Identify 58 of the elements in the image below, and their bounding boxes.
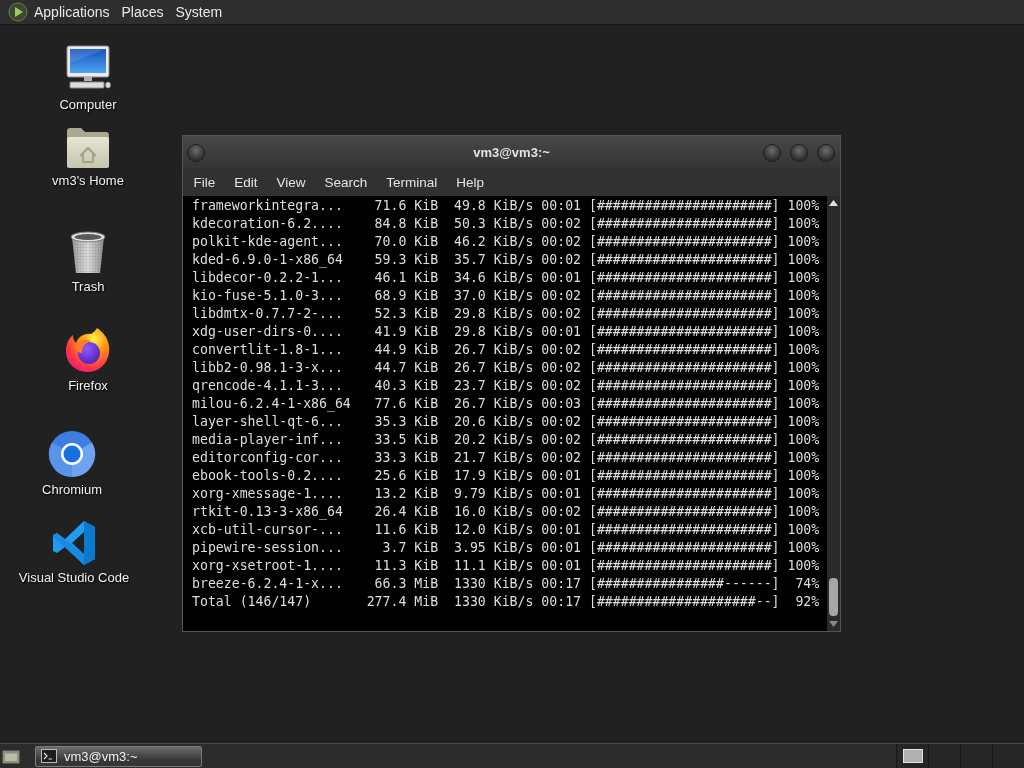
- terminal-line: kio-fuse-5.1.0-3... 68.9 KiB 37.0 KiB/s 00:02 [######################] 100%: [192, 287, 821, 305]
- desktop-icon-label[interactable]: Chromium: [42, 482, 102, 497]
- menu-item[interactable]: Search: [315, 175, 377, 190]
- desktop-icon-label[interactable]: Firefox: [68, 378, 108, 393]
- desktop-icon-label[interactable]: Computer: [59, 97, 117, 112]
- trash-icon[interactable]: [68, 229, 108, 275]
- menu-item[interactable]: Edit: [224, 175, 268, 190]
- terminal-line: frameworkintegra... 71.6 KiB 49.8 KiB/s 00:01 [######################] 100%: [192, 197, 821, 215]
- scroll-down-icon[interactable]: [829, 621, 838, 627]
- terminal-line: milou-6.2.4-1-x86_64 77.6 KiB 26.7 KiB/s 00:03 [######################] 100%: [192, 395, 821, 413]
- window-menu-button[interactable]: [188, 144, 204, 161]
- task-button[interactable]: vm3@vm3:~: [35, 745, 202, 767]
- terminal-line: qrencode-4.1.1-3... 40.3 KiB 23.7 KiB/s 00:02 [######################] 100%: [192, 377, 821, 395]
- desktop-icon[interactable]: [2, 747, 20, 765]
- minimize-button[interactable]: [764, 144, 780, 161]
- flame-globe-icon[interactable]: [64, 326, 112, 374]
- terminal-line: libdmtx-0.7.7-2-... 52.3 KiB 29.8 KiB/s 00:02 [######################] 100%: [192, 305, 821, 323]
- terminal-line: rtkit-0.13-3-x86_64 26.4 KiB 16.0 KiB/s 00:02 [######################] 100%: [192, 503, 821, 521]
- terminal-icon: [41, 749, 57, 763]
- desktop-icon-label[interactable]: Trash: [71, 279, 105, 294]
- scroll-up-icon[interactable]: [829, 200, 838, 206]
- close-button[interactable]: [818, 144, 834, 161]
- window-thumbnail-icon: [902, 749, 923, 763]
- ribbon-logo-icon[interactable]: [52, 520, 96, 566]
- workspace-button[interactable]: [896, 744, 928, 768]
- ring-logo-icon[interactable]: [48, 430, 96, 478]
- logo-icon[interactable]: [8, 2, 28, 22]
- panel-menu[interactable]: System: [169, 4, 229, 20]
- terminal-line: pipewire-session... 3.7 KiB 3.95 KiB/s 00:01 [######################] 100%: [192, 539, 821, 557]
- scrollbar[interactable]: [827, 196, 840, 631]
- terminal-line: convertlit-1.8-1... 44.9 KiB 26.7 KiB/s 00:02 [######################] 100%: [192, 341, 821, 359]
- terminal-line: ebook-tools-0.2.... 25.6 KiB 17.9 KiB/s 00:01 [######################] 100%: [192, 467, 821, 485]
- panel-menu[interactable]: Places: [115, 4, 170, 20]
- terminal-line: libb2-0.98.1-3-x... 44.7 KiB 26.7 KiB/s 00:02 [######################] 100%: [192, 359, 821, 377]
- maximize-button[interactable]: [791, 144, 807, 161]
- terminal-line: libdecor-0.2.2-1... 46.1 KiB 34.6 KiB/s 00:01 [######################] 100%: [192, 269, 821, 287]
- terminal-line: xcb-util-cursor-... 11.6 KiB 12.0 KiB/s 00:01 [######################] 100%: [192, 521, 821, 539]
- terminal-line: xorg-xmessage-1.... 13.2 KiB 9.79 KiB/s 00:01 [######################] 100%: [192, 485, 821, 503]
- terminal-line: xorg-xsetroot-1.... 11.3 KiB 11.1 KiB/s 00:01 [######################] 100%: [192, 557, 821, 575]
- panel-menu[interactable]: Applications: [28, 4, 116, 20]
- home-folder-icon[interactable]: [65, 127, 111, 169]
- terminal-line: breeze-6.2.4-1-x... 66.3 MiB 1330 KiB/s 00:17 [################------] 74%: [192, 575, 821, 593]
- terminal-line: xdg-user-dirs-0.... 41.9 KiB 29.8 KiB/s 00:01 [######################] 100%: [192, 323, 821, 341]
- menu-item[interactable]: Help: [446, 175, 494, 190]
- menu-item[interactable]: Terminal: [376, 175, 447, 190]
- desktop-icon-label[interactable]: vm3's Home: [52, 173, 124, 188]
- terminal-line: layer-shell-qt-6... 35.3 KiB 20.6 KiB/s 00:02 [######################] 100%: [192, 413, 821, 431]
- terminal-line: kded-6.9.0-1-x86_64 59.3 KiB 35.7 KiB/s 00:02 [######################] 100%: [192, 251, 821, 269]
- terminal-line: Total (146/147) 277.4 MiB 1330 KiB/s 00:17 [####################--] 92%: [192, 593, 821, 611]
- terminal-line: media-player-inf... 33.5 KiB 20.2 KiB/s 00:02 [######################] 100%: [192, 431, 821, 449]
- scrollbar-thumb[interactable]: [829, 578, 838, 616]
- menu-item[interactable]: View: [267, 175, 316, 190]
- terminal-line: polkit-kde-agent... 70.0 KiB 46.2 KiB/s 00:02 [######################] 100%: [192, 233, 821, 251]
- terminal-line: kdecoration-6.2.... 84.8 KiB 50.3 KiB/s 00:02 [######################] 100%: [192, 215, 821, 233]
- window-title: vm3@vm3:~: [473, 145, 550, 160]
- desktop-icon-label[interactable]: Visual Studio Code: [18, 570, 130, 585]
- menu-item[interactable]: File: [184, 175, 225, 190]
- terminal-line: editorconfig-cor... 33.3 KiB 21.7 KiB/s 00:02 [######################] 100%: [192, 449, 821, 467]
